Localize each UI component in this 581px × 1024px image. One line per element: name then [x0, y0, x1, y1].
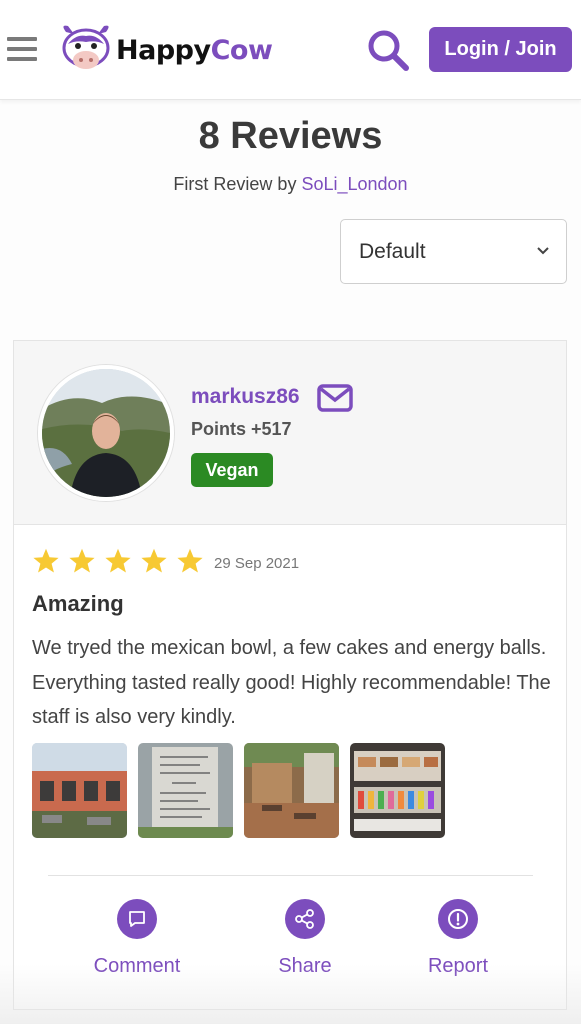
share-button[interactable]: Share: [240, 899, 370, 978]
report-label: Report: [427, 955, 489, 977]
vegan-badge: Vegan: [191, 453, 273, 487]
happycow-logo[interactable]: HappyCow: [56, 22, 288, 78]
share-icon: [295, 909, 314, 929]
mail-icon[interactable]: [317, 384, 353, 412]
rating-stars: [32, 547, 212, 577]
review-card: markusz86 Points +517 Vegan 29 Sep 2021 …: [13, 340, 567, 1010]
actions-divider: [48, 875, 533, 876]
report-button[interactable]: Report: [393, 899, 523, 978]
cow-logo-icon: [62, 25, 110, 69]
reviewer-panel: markusz86 Points +517 Vegan: [14, 341, 566, 525]
review-photo[interactable]: [138, 743, 233, 838]
comment-icon: [129, 911, 145, 927]
reviewer-avatar[interactable]: [38, 365, 174, 501]
comment-button[interactable]: Comment: [72, 899, 202, 978]
first-review-prefix: First Review by: [173, 174, 297, 194]
reviews-count-title: 8 Reviews: [198, 115, 383, 157]
star-icon: [105, 548, 131, 573]
reviewer-points: Points +517: [191, 419, 292, 439]
review-photos: [32, 743, 456, 838]
logo-text-happy: Happy: [116, 34, 211, 66]
sort-select-value: Default: [359, 239, 426, 263]
comment-label: Comment: [93, 955, 181, 977]
review-date: 29 Sep 2021: [214, 555, 300, 572]
site-header: HappyCow Login / Join: [0, 0, 581, 100]
review-photo[interactable]: [244, 743, 339, 838]
first-review-author-link[interactable]: SoLi_London: [301, 174, 407, 194]
search-icon[interactable]: [366, 28, 410, 72]
sort-select[interactable]: Default: [340, 219, 567, 284]
share-label: Share: [278, 955, 332, 977]
menu-icon[interactable]: [7, 37, 37, 63]
logo-text-cow: Cow: [210, 34, 273, 66]
review-photo[interactable]: [350, 743, 445, 838]
review-title: Amazing: [32, 591, 124, 616]
star-icon: [69, 548, 95, 573]
review-body: We tryed the mexican bowl, a few cakes a…: [32, 637, 551, 728]
star-icon: [177, 548, 203, 573]
chevron-down-icon: [537, 247, 549, 255]
login-join-button[interactable]: Login / Join: [429, 27, 572, 72]
review-photo[interactable]: [32, 743, 127, 838]
avatar-photo: [42, 369, 170, 497]
star-icon: [33, 548, 59, 573]
first-review-line: First Review by SoLi_London: [0, 174, 581, 195]
report-icon: [448, 909, 468, 929]
star-icon: [141, 548, 167, 573]
reviewer-username[interactable]: markusz86: [191, 385, 300, 409]
